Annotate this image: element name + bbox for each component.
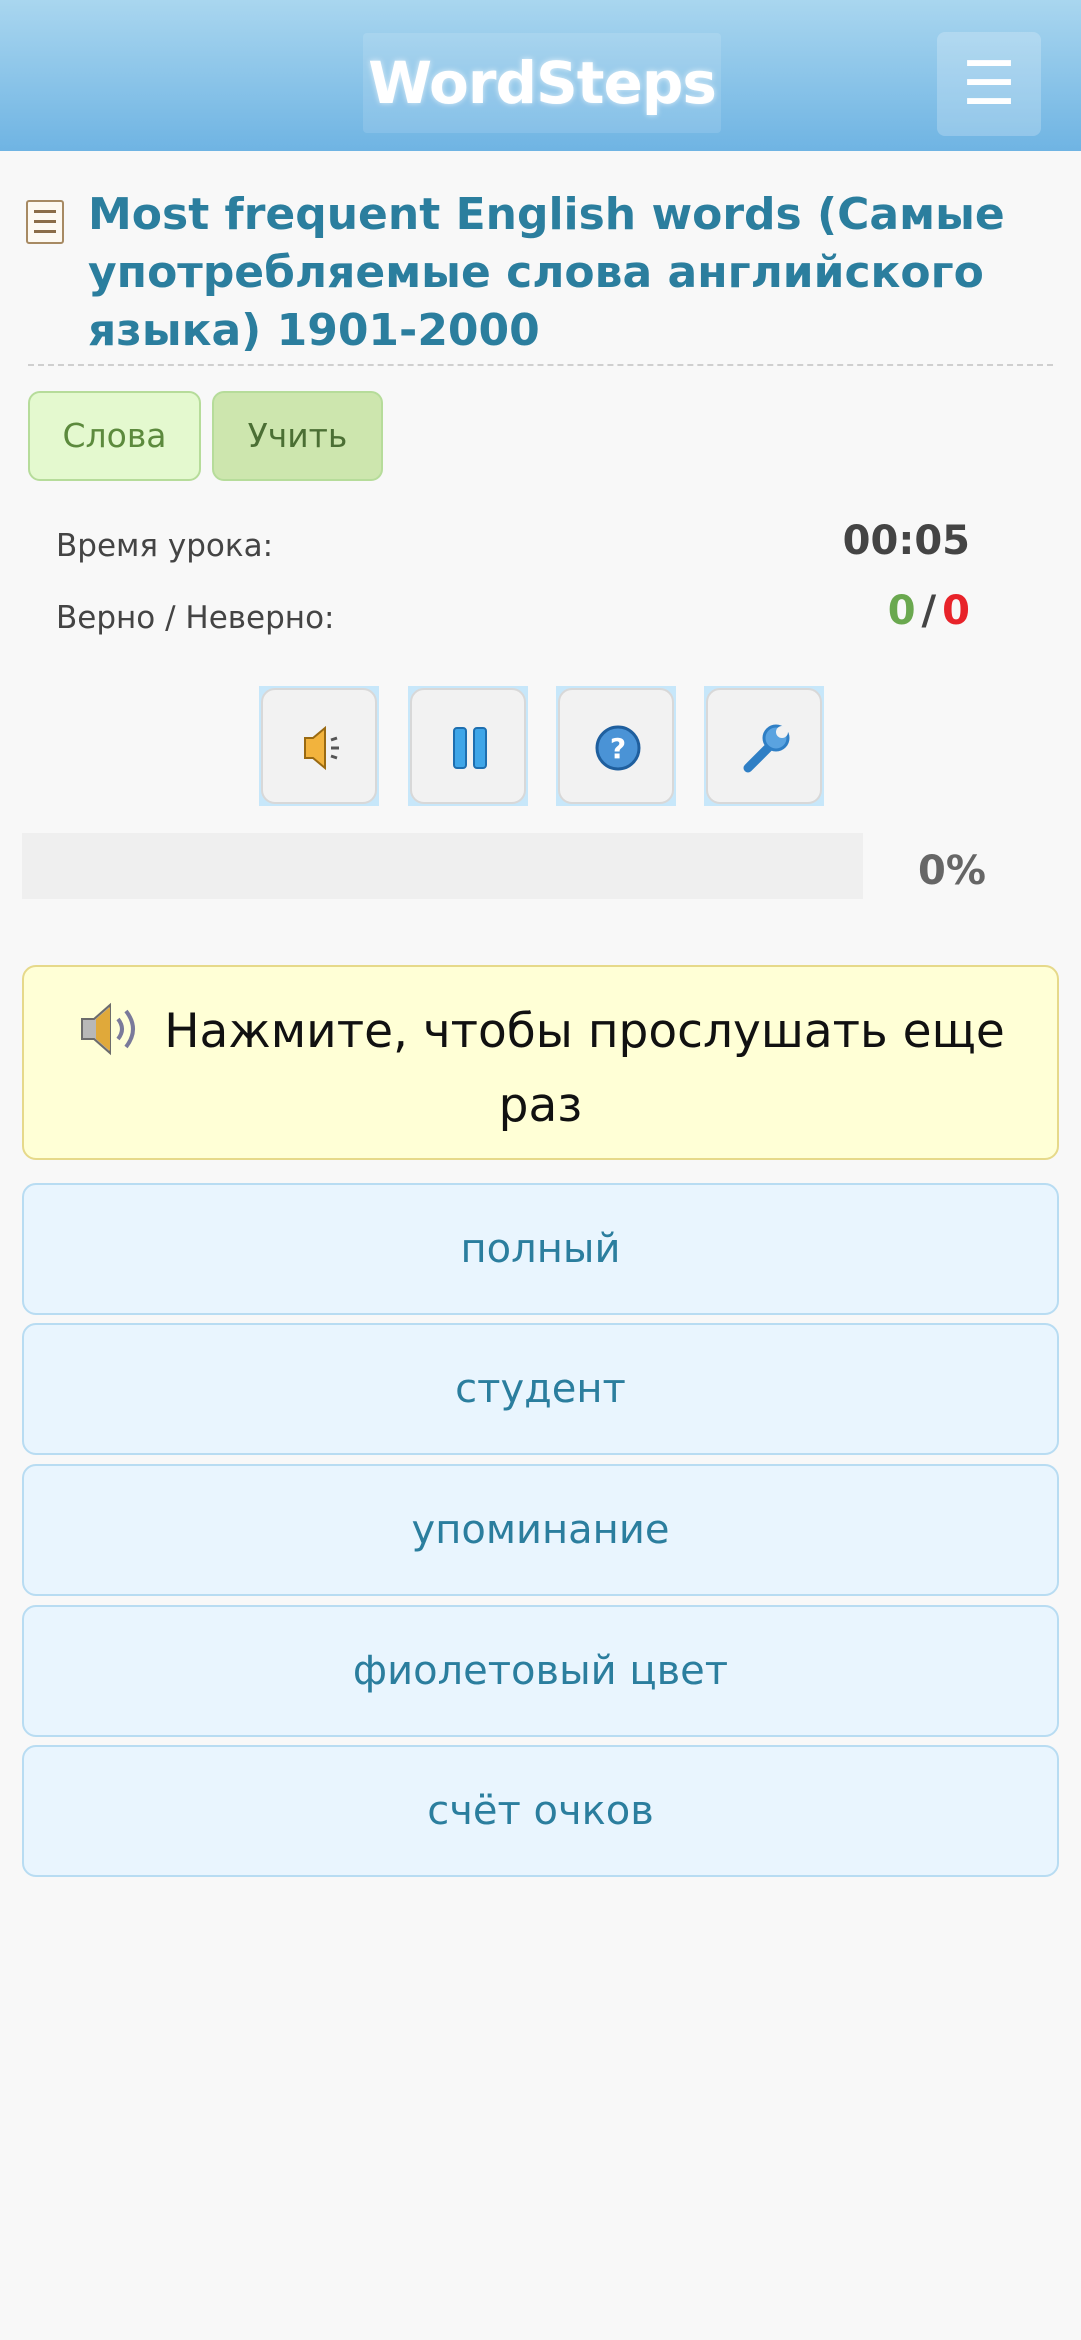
correct-count: 0 bbox=[887, 588, 916, 634]
list-icon bbox=[26, 200, 64, 244]
hamburger-icon: ☰ bbox=[962, 49, 1016, 119]
answer-option-5[interactable]: счёт очков bbox=[22, 1745, 1059, 1877]
tab-learn[interactable]: Учить bbox=[212, 391, 383, 481]
tab-words[interactable]: Слова bbox=[28, 391, 201, 481]
sound-button[interactable] bbox=[259, 686, 379, 806]
score-label: Верно / Неверно: bbox=[56, 600, 335, 636]
answer-option-2[interactable]: студент bbox=[22, 1323, 1059, 1455]
settings-button[interactable] bbox=[704, 686, 824, 806]
incorrect-count: 0 bbox=[942, 588, 970, 634]
speaker-icon bbox=[304, 725, 339, 771]
svg-text:?: ? bbox=[610, 732, 626, 765]
score-value: 0/0 bbox=[888, 588, 970, 634]
pause-icon bbox=[453, 727, 487, 769]
answer-option-1[interactable]: полный bbox=[22, 1183, 1059, 1315]
listen-again-prompt[interactable]: Нажмите, чтобы прослушать еще раз bbox=[22, 965, 1059, 1160]
lesson-time-value: 00:05 bbox=[842, 518, 970, 564]
answer-option-4[interactable]: фиолетовый цвет bbox=[22, 1605, 1059, 1737]
top-bar: WordSteps ☰ bbox=[0, 0, 1081, 151]
title-divider bbox=[28, 364, 1053, 366]
logo[interactable]: WordSteps bbox=[363, 33, 721, 133]
speaker-icon bbox=[81, 1002, 136, 1055]
progress-label: 0% bbox=[918, 848, 986, 894]
help-icon: ? bbox=[595, 725, 641, 771]
page-title: Most frequent English words (Самые употр… bbox=[88, 189, 1005, 356]
lesson-time-label: Время урока: bbox=[56, 528, 274, 564]
prompt-text: Нажмите, чтобы прослушать еще раз bbox=[164, 1004, 1005, 1133]
pause-button[interactable] bbox=[408, 686, 528, 806]
answer-option-3[interactable]: упоминание bbox=[22, 1464, 1059, 1596]
progress-bar bbox=[22, 833, 863, 899]
help-button[interactable]: ? bbox=[556, 686, 676, 806]
score-separator: / bbox=[921, 588, 937, 634]
menu-button[interactable]: ☰ bbox=[937, 32, 1041, 136]
wrench-icon bbox=[743, 724, 790, 773]
